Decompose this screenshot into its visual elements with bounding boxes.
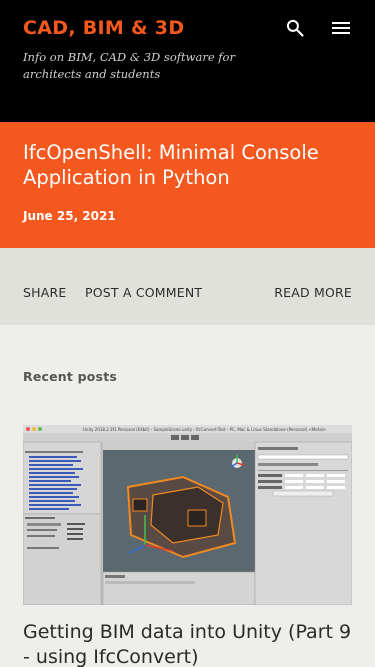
post-title[interactable]: IfcOpenShell: Minimal Console Applicatio… xyxy=(23,140,358,190)
recent-post-title[interactable]: Getting BIM data into Unity (Part 9 - us… xyxy=(23,620,358,667)
post-thumbnail[interactable]: Unity 2018.2.3f1 Personal (64bit) - Samp… xyxy=(23,425,352,605)
site-description: Info on BIM, CAD & 3D software for archi… xyxy=(23,50,235,81)
share-button[interactable]: SHARE xyxy=(23,285,66,300)
search-icon xyxy=(286,19,304,37)
site-title[interactable]: CAD, BIM & 3D xyxy=(23,17,184,39)
post-comment-button[interactable]: POST A COMMENT xyxy=(85,285,202,300)
search-button[interactable] xyxy=(281,14,309,42)
menu-button[interactable] xyxy=(327,14,355,42)
unity-screenshot-image: Unity 2018.2.3f1 Personal (64bit) - Samp… xyxy=(23,425,352,605)
menu-icon xyxy=(332,22,350,34)
post-actions: SHARE POST A COMMENT READ MORE xyxy=(0,248,375,325)
site-header: CAD, BIM & 3D Info on BIM, CAD & 3D soft… xyxy=(0,0,375,122)
post-hero: IfcOpenShell: Minimal Console Applicatio… xyxy=(0,122,375,248)
recent-posts-heading: Recent posts xyxy=(23,369,118,384)
post-date[interactable]: June 25, 2021 xyxy=(23,209,116,223)
thumbnail-window-title: Unity 2018.2.3f1 Personal (64bit) - Samp… xyxy=(83,427,326,432)
read-more-button[interactable]: READ MORE xyxy=(274,285,352,300)
